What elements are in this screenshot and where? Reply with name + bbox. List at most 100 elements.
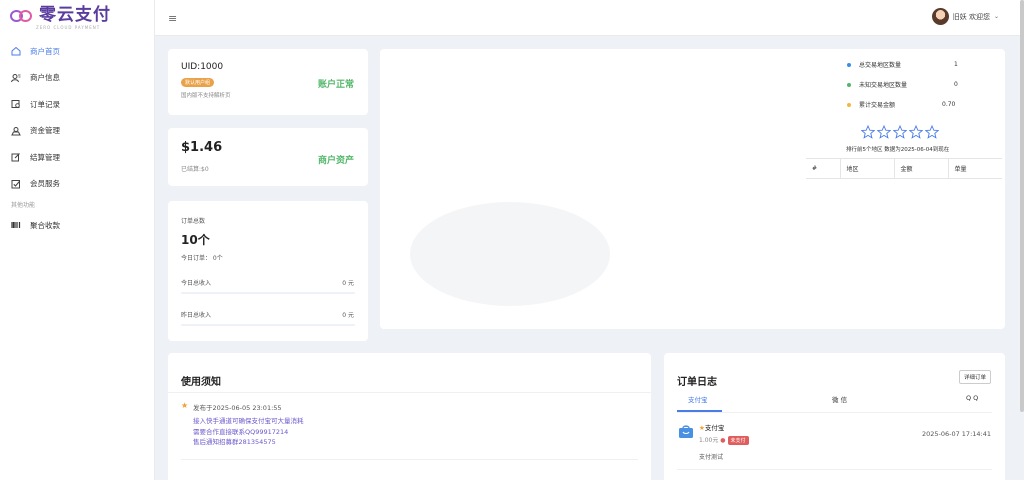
yesterday-income-label: 昨日总收入 [181,312,212,319]
order-entry-name: 支付宝 [704,424,725,432]
order-entry-title: ★支付宝 [699,422,724,432]
sidebar-item-home[interactable]: 商户首页 [0,38,155,65]
user-menu[interactable]: 旧妖 欢迎您 ⌄ [931,8,999,25]
divider [181,459,638,460]
notice-body: 接入快手通道可确保支付宝可大量消耗 需要合作直接联系QQ99917214 售后通… [193,416,304,448]
star-icon [925,125,939,139]
order-log-card: 订单日志 详细订单 支付宝 微 信 Q Q ★支付宝 1.00元 ● 未支付 20… [664,353,1005,480]
divider [677,412,992,413]
region-table: # 地区 金额 单量 [806,158,1002,179]
tab-wechat[interactable]: 微 信 [832,394,847,404]
legend-value: 1 [954,61,958,68]
sidebar-item-label: 商户信息 [30,73,60,83]
orders-total-value: 10个 [181,233,210,247]
today-orders: 今日订单： 0个 [181,255,223,262]
legend-dot [847,62,851,67]
account-hint: 国内版不支持解析页 [181,93,231,99]
barcode-icon [11,220,21,230]
order-entry-amount: 1.00元 [699,437,719,444]
tab-alipay[interactable]: 支付宝 [688,394,708,404]
star-icon [861,125,875,139]
sidebar-item-settlement[interactable]: 结算管理 [0,144,155,171]
notice-date: 发布于2025-06-05 23:01:55 [193,404,282,412]
status-dot-icon: ● [720,437,726,444]
sidebar-item-label: 资金管理 [30,126,60,136]
yesterday-income-bar [181,324,355,326]
account-status: 账户正常 [317,80,354,90]
notice-line: 需要合作直接联系QQ99917214 [193,427,289,436]
avatar [931,8,949,25]
notice-line: 售后通知招募群281354575 [193,438,276,446]
star-icon: ★ [181,401,189,410]
map-placeholder [410,202,610,306]
sidebar-item-funds[interactable]: 资金管理 [0,118,155,145]
brand-logo[interactable]: 零云支付 [10,6,111,24]
region-stats-card: 总交易地区数量 1 未知交易地区数量 0 累计交易金额 0.70 排行前5个地区… [380,49,1005,329]
notice-title: 使用须知 [181,377,221,388]
legend-value: 0.70 [942,101,956,108]
user-icon [11,73,21,83]
sidebar-item-label: 结算管理 [30,152,60,162]
orders-card: 订单总数 10个 今日订单： 0个 今日总收入 0 元 昨日总收入 0 元 [168,201,368,341]
detail-orders-button[interactable]: 详细订单 [958,370,991,384]
table-header: # [806,158,841,179]
sidebar-item-orders[interactable]: 订单记录 [0,91,155,118]
legend-label: 总交易地区数量 [859,62,902,69]
user-greeting: 旧妖 欢迎您 [952,12,990,21]
today-income-value: 0 元 [342,280,354,287]
legend-unknown-regions: 未知交易地区数量 0 [847,80,1007,89]
legend-total-regions: 总交易地区数量 1 [847,60,1007,69]
tab-qq[interactable]: Q Q [966,394,978,402]
merchant-assets-label: 商户资产 [317,156,354,166]
legend-label: 未知交易地区数量 [859,82,908,89]
star-icon [909,125,923,139]
divider [677,469,992,470]
notice-card: 使用须知 ★ 发布于2025-06-05 23:01:55 接入快手通道可确保支… [168,353,651,480]
home-icon [11,46,21,56]
sidebar-item-label: 商户首页 [30,46,60,56]
legend-dot [847,82,851,87]
order-entry-desc: 支付测试 [699,454,724,461]
legend-dot [847,102,851,107]
uid-label: UID:1000 [181,62,224,72]
star-icon [877,125,891,139]
sidebar-item-label: 订单记录 [30,99,60,109]
region-stats-panel: 总交易地区数量 1 未知交易地区数量 0 累计交易金额 0.70 排行前5个地区… [798,49,1005,329]
notice-line: 接入快手通道可确保支付宝可大量消耗 [193,417,304,425]
order-entry-time: 2025-06-07 17:14:41 [921,430,991,438]
account-card: UID:1000 默认用户组 国内版不支持解析页 账户正常 [168,49,368,115]
sidebar-item-merchant-info[interactable]: 商户信息 [0,65,155,92]
settled-amount: 已结算:$0 [181,166,209,173]
balance-amount: $1.46 [181,140,223,155]
topbar: ≡ 旧妖 欢迎您 ⌄ [155,0,1021,36]
fund-icon [11,126,21,136]
today-income-label: 今日总收入 [181,280,212,287]
sidebar-item-label: 会员服务 [30,179,60,189]
sidebar-item-membership[interactable]: 会员服务 [0,171,155,198]
user-group-badge: 默认用户组 [181,78,215,87]
balance-card: $1.46 已结算:$0 商户资产 [168,128,368,186]
sidebar-section-label: 其他功能 [11,202,36,209]
sidebar-item-label: 聚合收款 [30,220,60,230]
chevron-down-icon: ⌄ [993,13,999,20]
scrollbar[interactable] [1020,0,1024,412]
logo-icon [10,7,34,23]
rating-stars [861,125,939,139]
order-log-title: 订单日志 [677,377,717,388]
legend-total-amount: 累计交易金额 0.70 [847,100,1007,109]
yesterday-income-value: 0 元 [342,312,354,319]
shopping-bag-icon [679,425,693,438]
status-badge: 未支付 [727,436,749,445]
sidebar-nav: 商户首页 商户信息 订单记录 资金管理 结算管理 会员服务 其他功能 聚合收款 [0,38,155,239]
region-caption: 排行前5个地区 数据为2025-06-04到现在 [846,147,950,153]
sidebar-item-aggregate-pay[interactable]: 聚合收款 [0,212,155,239]
edit-icon [11,152,21,162]
table-header: 地区 [840,158,895,179]
table-header: 金额 [894,158,949,179]
check-icon [11,179,21,189]
today-income-bar [181,292,355,294]
star-icon [893,125,907,139]
menu-toggle-icon[interactable]: ≡ [168,12,177,25]
orders-total-label: 订单总数 [181,218,206,225]
table-header: 单量 [948,158,1002,179]
